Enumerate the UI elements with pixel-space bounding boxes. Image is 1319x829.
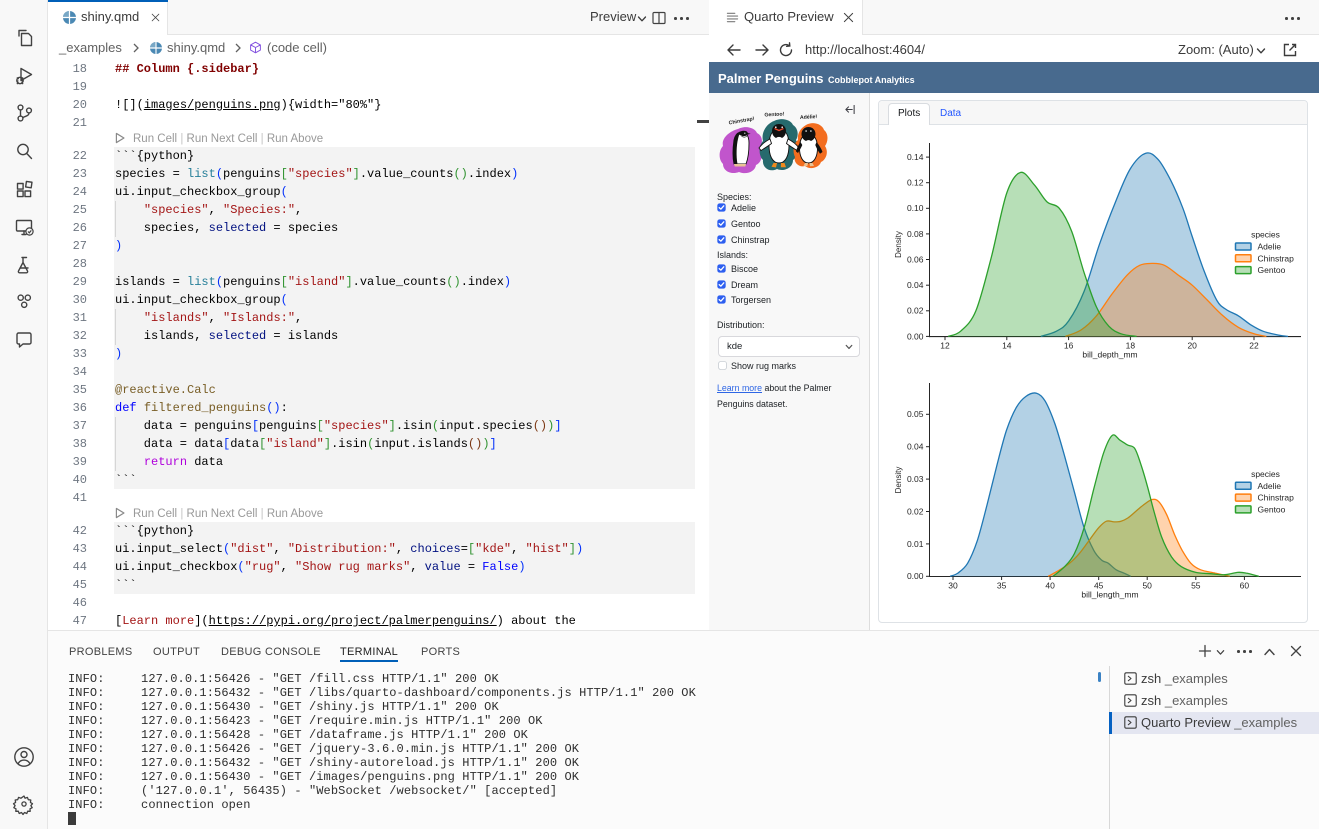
svg-text:Chinstrap!: Chinstrap! — [728, 116, 755, 126]
svg-text:Chinstrap: Chinstrap — [1258, 493, 1295, 503]
svg-text:Adelie: Adelie — [1258, 481, 1282, 491]
svg-text:0.01: 0.01 — [907, 539, 924, 549]
svg-text:species: species — [1251, 230, 1280, 240]
svg-text:0.05: 0.05 — [907, 409, 924, 419]
svg-text:50: 50 — [1142, 581, 1152, 591]
svg-text:Density: Density — [894, 467, 903, 494]
svg-text:22: 22 — [1249, 341, 1259, 351]
svg-text:0.08: 0.08 — [907, 229, 924, 239]
svg-text:0.00: 0.00 — [907, 331, 924, 341]
svg-text:0.04: 0.04 — [907, 280, 924, 290]
svg-text:Adélie!: Adélie! — [800, 114, 818, 121]
svg-text:60: 60 — [1240, 581, 1250, 591]
svg-text:Gentoo!: Gentoo! — [764, 111, 784, 118]
svg-text:30: 30 — [948, 581, 958, 591]
svg-text:species: species — [1251, 469, 1280, 479]
svg-text:Density: Density — [894, 231, 903, 258]
svg-text:Gentoo: Gentoo — [1258, 265, 1286, 275]
svg-text:20: 20 — [1187, 341, 1197, 351]
svg-text:0.04: 0.04 — [907, 442, 924, 452]
svg-text:bill_length_mm: bill_length_mm — [1081, 590, 1138, 600]
svg-text:bill_depth_mm: bill_depth_mm — [1082, 350, 1137, 360]
svg-text:0.12: 0.12 — [907, 178, 924, 188]
svg-text:12: 12 — [940, 341, 950, 351]
svg-text:0.06: 0.06 — [907, 254, 924, 264]
svg-text:0.10: 0.10 — [907, 203, 924, 213]
svg-text:35: 35 — [997, 581, 1007, 591]
svg-text:16: 16 — [1064, 341, 1074, 351]
svg-text:55: 55 — [1191, 581, 1201, 591]
svg-text:14: 14 — [1002, 341, 1012, 351]
svg-text:Adelie: Adelie — [1258, 242, 1282, 252]
svg-text:0.02: 0.02 — [907, 306, 924, 316]
svg-text:Gentoo: Gentoo — [1258, 504, 1286, 514]
svg-text:0.14: 0.14 — [907, 152, 924, 162]
svg-text:0.00: 0.00 — [907, 571, 924, 581]
svg-text:0.02: 0.02 — [907, 506, 924, 516]
svg-text:0.03: 0.03 — [907, 474, 924, 484]
svg-text:40: 40 — [1045, 581, 1055, 591]
svg-text:Chinstrap: Chinstrap — [1258, 253, 1295, 263]
